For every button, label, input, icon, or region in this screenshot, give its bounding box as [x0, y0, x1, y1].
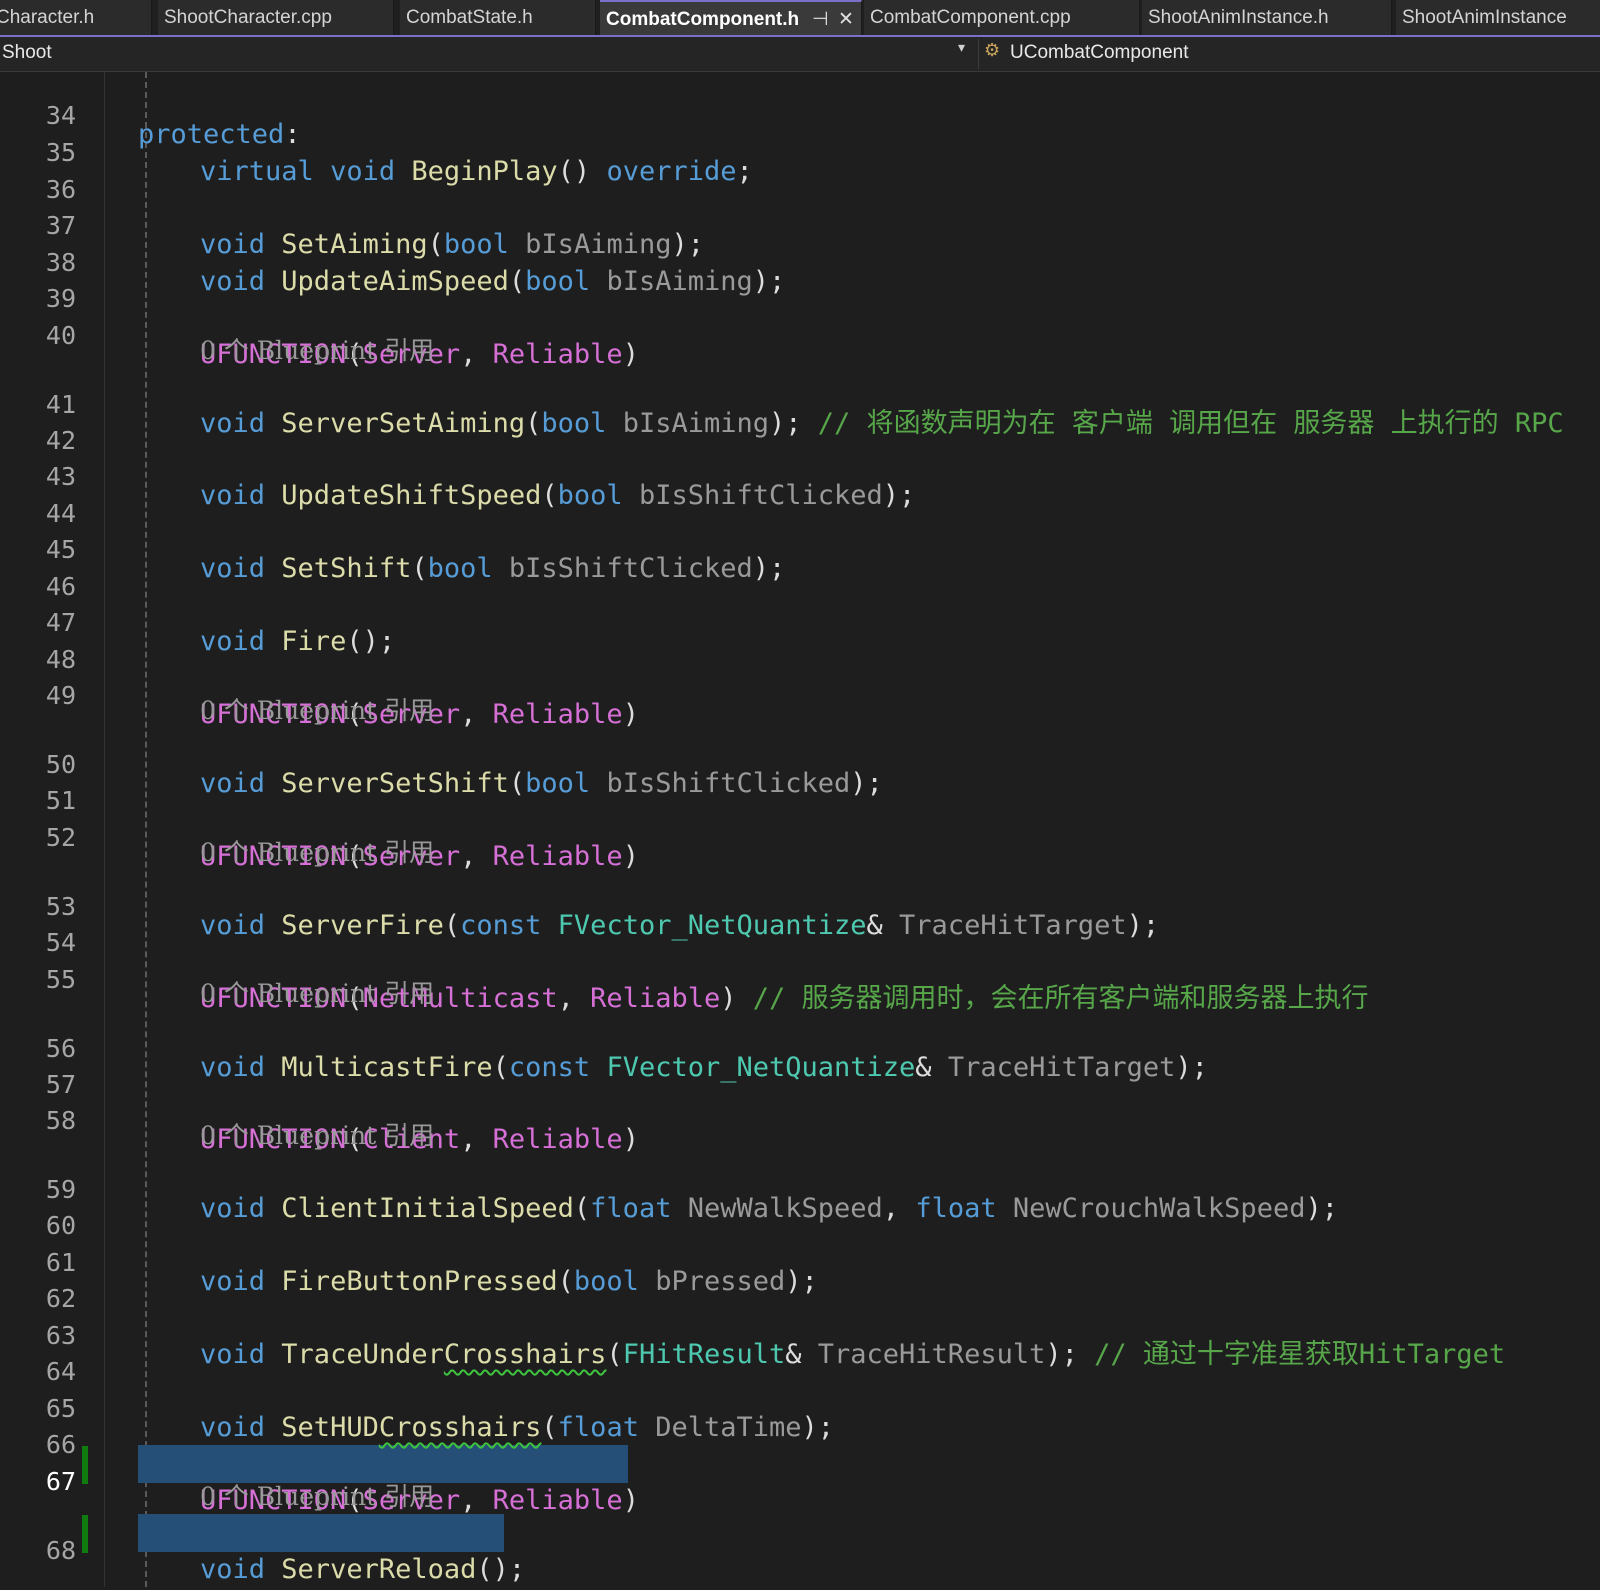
tab-combatcomponent-cpp[interactable]: CombatComponent.cpp [864, 0, 1140, 35]
code-line[interactable]: 68 void ServerReload(); [0, 1514, 1600, 1585]
code-line[interactable]: 52 UFUNCTION(Server, Reliable) [0, 801, 1600, 872]
line-number: 49 [45, 681, 76, 710]
class-icon: ⚙ [984, 40, 1001, 60]
code-line[interactable]: 54 [0, 906, 1600, 957]
code-line[interactable]: 59 void ClientInitialSpeed(float NewWalk… [0, 1153, 1600, 1224]
tab-label: Character.h [0, 7, 95, 28]
code-line[interactable]: 57 [0, 1048, 1600, 1099]
navigation-bar: Shoot ▾ ⚙ UCombatComponent [0, 37, 1600, 72]
line-number: 68 [45, 1536, 76, 1565]
code-line[interactable]: 44 [0, 477, 1600, 528]
code-line[interactable]: 65 void SetHUDCrosshairs(float DeltaTime… [0, 1372, 1600, 1443]
line-number: 58 [45, 1106, 76, 1135]
code-line[interactable]: 48 [0, 623, 1600, 674]
code-line[interactable]: 41 void ServerSetAiming(bool bIsAiming);… [0, 368, 1600, 439]
chevron-down-icon[interactable]: ▾ [958, 39, 965, 56]
code-line[interactable]: 62 [0, 1262, 1600, 1313]
code-line[interactable]: 60 [0, 1189, 1600, 1240]
editor-tab-bar: Character.h ShootCharacter.cpp CombatSta… [0, 0, 1600, 37]
pin-icon[interactable]: ⊣ [812, 2, 829, 35]
code-line[interactable]: 58 UFUNCTION(Client, Reliable) [0, 1084, 1600, 1155]
close-icon[interactable]: ✕ [838, 2, 854, 35]
blueprint-reference-hint[interactable]: 0 个 Blueprint 引用 [200, 694, 434, 728]
blueprint-reference-hint[interactable]: 0 个 Blueprint 引用 [200, 334, 434, 368]
code-line[interactable]: 35 virtual void BeginPlay() override; [0, 116, 1600, 187]
code-line[interactable]: 39 [0, 262, 1600, 313]
tab-shootaniminstance-h[interactable]: ShootAnimInstance.h [1142, 0, 1392, 35]
code-line[interactable]: 43 void UpdateShiftSpeed(bool bIsShiftCl… [0, 440, 1600, 511]
code-line[interactable]: 61 void FireButtonPressed(bool bPressed)… [0, 1226, 1600, 1297]
tab-shootaniminstance-cpp[interactable]: ShootAnimInstance [1396, 0, 1600, 35]
project-dropdown[interactable]: Shoot [2, 42, 52, 64]
code-editor[interactable]: 34 protected: 35 virtual void BeginPlay(… [0, 72, 1600, 1587]
code-line[interactable]: 34 protected: [0, 79, 1600, 150]
code-line[interactable]: 55 UFUNCTION(NetMulticast, Reliable) // … [0, 943, 1600, 1014]
line-number: 52 [45, 823, 76, 852]
line-number: 40 [45, 321, 76, 350]
tab-combatstate-h[interactable]: CombatState.h [400, 0, 596, 35]
code-line[interactable]: 51 [0, 764, 1600, 815]
code-line[interactable]: 38 void UpdateAimSpeed(bool bIsAiming); [0, 226, 1600, 297]
blueprint-reference-hint[interactable]: 0 个 Blueprint 引用 [200, 977, 434, 1011]
line-number: 67 [45, 1467, 76, 1496]
code-line[interactable]: 67 UFUNCTION(Server, Reliable) [0, 1445, 1600, 1516]
tab-character-h[interactable]: Character.h [0, 0, 152, 35]
blueprint-reference-hint[interactable]: 0 个 Blueprint 引用 [200, 1119, 434, 1153]
tab-label: CombatState.h [406, 7, 533, 28]
tab-label: ShootAnimInstance.h [1148, 7, 1329, 28]
code-line[interactable]: 36 [0, 153, 1600, 204]
code-line[interactable]: 64 [0, 1335, 1600, 1386]
blueprint-reference-hint[interactable]: 0 个 Blueprint 引用 [200, 836, 434, 870]
tab-label: CombatComponent.cpp [870, 7, 1071, 28]
tab-label: CombatComponent.h [606, 9, 800, 30]
code-line[interactable]: 37 void SetAiming(bool bIsAiming); [0, 189, 1600, 260]
navbar-divider [978, 39, 979, 69]
code-line[interactable]: 47 void Fire(); [0, 586, 1600, 657]
code-text: void ServerReload(); [200, 1554, 526, 1585]
code-line[interactable]: 50 void ServerSetShift(bool bIsShiftClic… [0, 728, 1600, 799]
code-line[interactable]: 40 UFUNCTION(Server, Reliable) [0, 299, 1600, 370]
code-line[interactable]: 56 void MulticastFire(const FVector_NetQ… [0, 1012, 1600, 1083]
line-number: 55 [45, 965, 76, 994]
code-line[interactable]: 49 UFUNCTION(Server, Reliable) [0, 659, 1600, 730]
tab-label: ShootCharacter.cpp [164, 7, 332, 28]
code-line[interactable]: 46 [0, 550, 1600, 601]
code-line[interactable]: 45 void SetShift(bool bIsShiftClicked); [0, 513, 1600, 584]
code-line[interactable]: 66 [0, 1408, 1600, 1459]
tab-combatcomponent-h[interactable]: CombatComponent.h ⊣ ✕ [600, 0, 862, 35]
tab-shootcharacter-cpp[interactable]: ShootCharacter.cpp [158, 0, 394, 35]
code-line[interactable]: 63 void TraceUnderCrosshairs(FHitResult&… [0, 1299, 1600, 1370]
tab-label: ShootAnimInstance [1402, 7, 1567, 28]
code-line[interactable]: 53 void ServerFire(const FVector_NetQuan… [0, 870, 1600, 941]
blueprint-reference-hint[interactable]: 0 个 Blueprint 引用 [200, 1480, 434, 1514]
class-dropdown[interactable]: UCombatComponent [1010, 42, 1188, 64]
code-line[interactable]: 42 [0, 404, 1600, 455]
